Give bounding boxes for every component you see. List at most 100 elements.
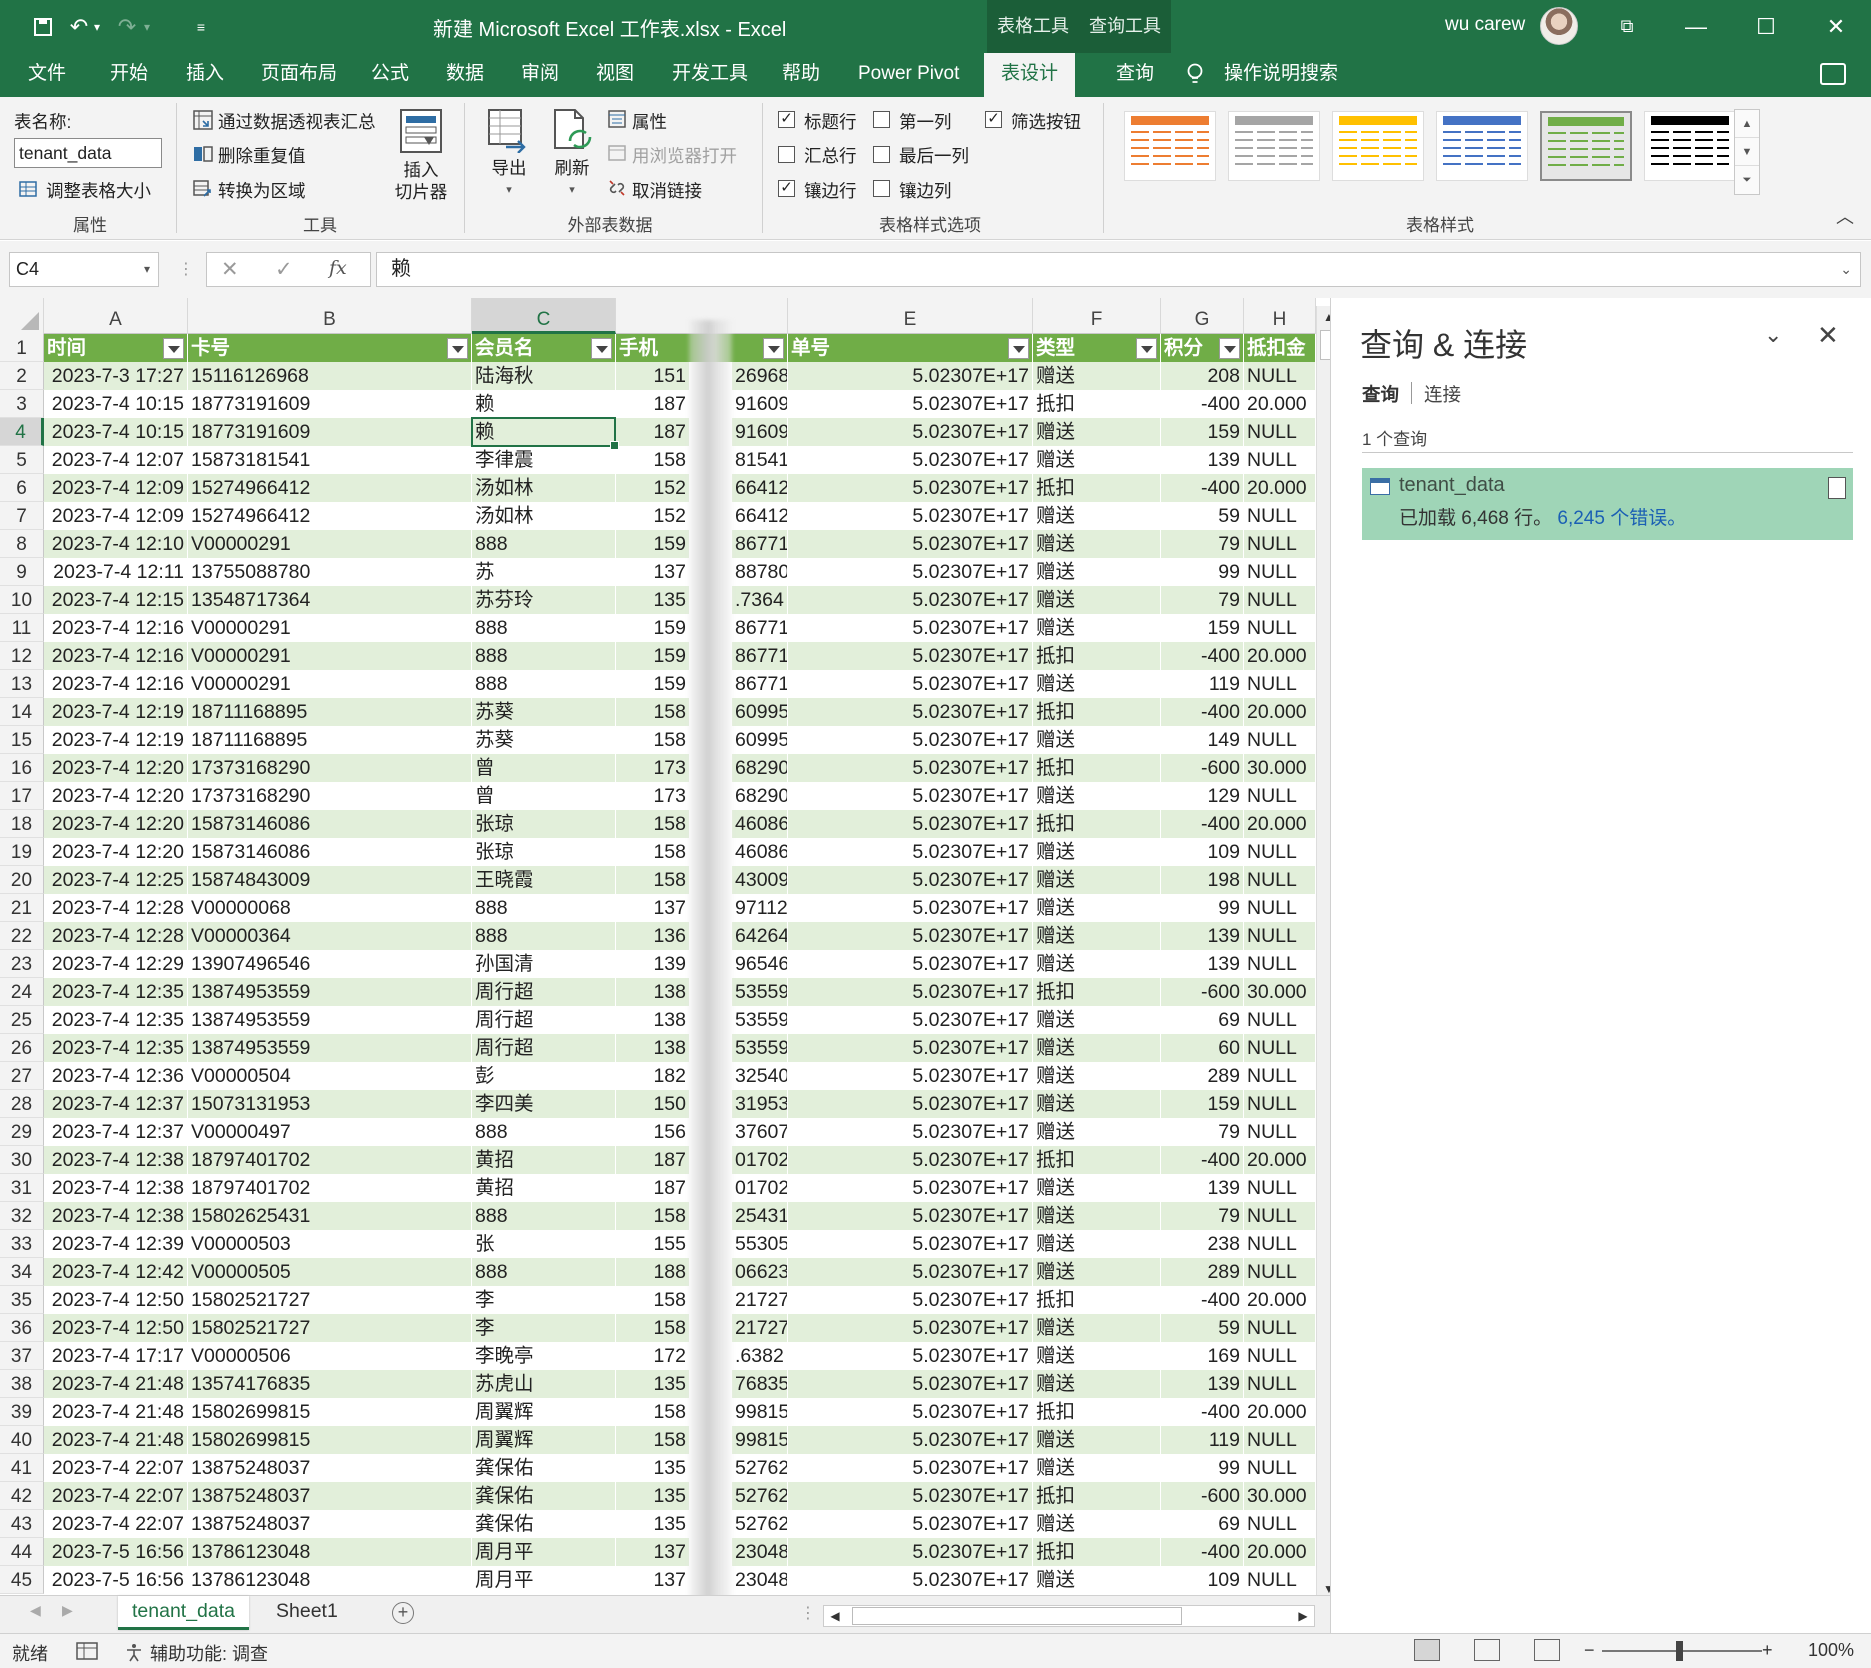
table-cell[interactable]: 5.02307E+17 [788, 1286, 1033, 1314]
tab-page-layout[interactable]: 页面布局 [245, 53, 353, 97]
name-box-dropdown-icon[interactable]: ▾ [144, 253, 150, 286]
table-cell[interactable]: 55305 [732, 1230, 788, 1258]
table-cell[interactable]: 79 [1161, 530, 1244, 558]
table-cell[interactable]: 抵扣 [1033, 642, 1161, 670]
table-cell[interactable]: 46086 [732, 838, 788, 866]
table-cell[interactable]: V00000291 [188, 642, 472, 670]
summarize-pivot-button[interactable]: 通过数据透视表汇总 [218, 109, 376, 134]
table-cell[interactable]: 彭 [472, 1062, 616, 1090]
table-cell[interactable]: 15802625431 [188, 1202, 472, 1230]
table-cell[interactable]: 赠送 [1033, 558, 1161, 586]
table-cell[interactable]: V00000291 [188, 530, 472, 558]
table-cell[interactable]: 周行超 [472, 1006, 616, 1034]
table-cell[interactable]: 赠送 [1033, 1510, 1161, 1538]
table-cell[interactable]: NULL [1244, 894, 1316, 922]
table-cell[interactable]: 抵扣 [1033, 754, 1161, 782]
table-cell[interactable]: 13875248037 [188, 1482, 472, 1510]
table-cell[interactable]: 2023-7-4 12:25 [44, 866, 188, 894]
table-cell[interactable]: 赠送 [1033, 1342, 1161, 1370]
table-cell[interactable]: 赠送 [1033, 1034, 1161, 1062]
row-header[interactable]: 5 [0, 446, 44, 474]
table-cell[interactable]: 5.02307E+17 [788, 1482, 1033, 1510]
table-cell[interactable]: 139 [1161, 1370, 1244, 1398]
table-cell[interactable]: 5.02307E+17 [788, 1006, 1033, 1034]
table-cell[interactable]: 2023-7-4 12:37 [44, 1090, 188, 1118]
table-cell[interactable]: 5.02307E+17 [788, 810, 1033, 838]
table-cell[interactable]: 96546 [732, 950, 788, 978]
row-header[interactable]: 44 [0, 1538, 44, 1566]
table-cell[interactable]: 173 [616, 754, 690, 782]
table-cell[interactable]: NULL [1244, 950, 1316, 978]
styles-scroll-down-icon[interactable]: ▼ [1735, 138, 1759, 166]
table-cell[interactable]: 抵扣 [1033, 1538, 1161, 1566]
table-cell[interactable]: 2023-7-4 12:20 [44, 810, 188, 838]
row-header[interactable]: 35 [0, 1286, 44, 1314]
table-cell[interactable]: 赠送 [1033, 950, 1161, 978]
table-cell[interactable]: 23048 [732, 1538, 788, 1566]
new-sheet-icon[interactable]: + [392, 1602, 414, 1624]
row-header[interactable]: 4 [0, 418, 44, 446]
row-header[interactable]: 18 [0, 810, 44, 838]
table-cell[interactable]: 赠送 [1033, 670, 1161, 698]
table-cell[interactable]: 汤如林 [472, 474, 616, 502]
table-cell[interactable]: 曾 [472, 754, 616, 782]
undo-dropdown-icon[interactable]: ▾ [80, 10, 114, 44]
table-cell[interactable]: NULL [1244, 1230, 1316, 1258]
vertical-scrollbar[interactable]: ▲ ▼ [1316, 306, 1330, 1595]
table-cell[interactable]: NULL [1244, 1510, 1316, 1538]
filter-dropdown-icon[interactable] [163, 338, 184, 359]
table-cell[interactable]: V00000497 [188, 1118, 472, 1146]
table-cell[interactable]: 888 [472, 670, 616, 698]
table-cell[interactable]: 2023-7-4 12:28 [44, 894, 188, 922]
table-cell[interactable]: 888 [472, 614, 616, 642]
row-header[interactable]: 7 [0, 502, 44, 530]
table-cell[interactable]: 5.02307E+17 [788, 754, 1033, 782]
checkbox-header-row[interactable]: ✓ [778, 111, 795, 128]
table-cell[interactable]: -400 [1161, 474, 1244, 502]
table-cell[interactable]: 赠送 [1033, 1230, 1161, 1258]
row-header[interactable]: 23 [0, 950, 44, 978]
table-cell[interactable]: 66412 [732, 474, 788, 502]
row-header[interactable]: 32 [0, 1202, 44, 1230]
zoom-level[interactable]: 100% [1808, 1640, 1854, 1661]
table-cell[interactable]: 138 [616, 1034, 690, 1062]
table-cell[interactable]: 139 [1161, 922, 1244, 950]
table-cell[interactable]: NULL [1244, 838, 1316, 866]
table-cell[interactable]: 13874953559 [188, 1034, 472, 1062]
row-header[interactable]: 1 [0, 334, 44, 362]
table-cell[interactable]: -400 [1161, 1286, 1244, 1314]
table-cell[interactable]: 158 [616, 1398, 690, 1426]
table-cell[interactable]: 150 [616, 1090, 690, 1118]
cancel-icon[interactable]: ✕ [221, 257, 239, 282]
table-cell[interactable]: 周翼辉 [472, 1398, 616, 1426]
row-header[interactable]: 19 [0, 838, 44, 866]
table-cell[interactable]: 5.02307E+17 [788, 642, 1033, 670]
table-cell[interactable]: 5.02307E+17 [788, 1202, 1033, 1230]
table-cell[interactable]: 13574176835 [188, 1370, 472, 1398]
tab-review[interactable]: 审阅 [505, 53, 575, 97]
table-cell[interactable]: 32540 [732, 1062, 788, 1090]
table-cell[interactable]: 龚保佑 [472, 1510, 616, 1538]
table-cell[interactable]: 赠送 [1033, 586, 1161, 614]
table-cell[interactable]: 139 [1161, 446, 1244, 474]
table-cell[interactable]: NULL [1244, 670, 1316, 698]
checkbox-filter-button[interactable]: ✓ [985, 111, 1002, 128]
remove-duplicates-button[interactable]: 删除重复值 [218, 143, 306, 168]
table-cell[interactable]: 198 [1161, 866, 1244, 894]
table-cell[interactable]: 张琼 [472, 838, 616, 866]
table-cell[interactable]: 152 [616, 474, 690, 502]
table-cell[interactable]: 2023-7-4 12:19 [44, 726, 188, 754]
worksheet-grid[interactable]: ABC EFGH 1 时间 卡号 会员名 手机 单号 类型 积分 抵扣金 2 2023-7-3 17:… [0, 298, 1330, 1595]
table-header-cell[interactable]: 抵扣金 [1244, 334, 1316, 362]
table-cell[interactable]: 86771 [732, 614, 788, 642]
sheet-nav-next-icon[interactable]: ▶ [62, 1602, 73, 1619]
row-header[interactable]: 16 [0, 754, 44, 782]
table-cell[interactable]: 赠送 [1033, 1314, 1161, 1342]
table-cell[interactable]: 5.02307E+17 [788, 446, 1033, 474]
table-cell[interactable]: 135 [616, 1482, 690, 1510]
table-cell[interactable]: 289 [1161, 1258, 1244, 1286]
table-cell[interactable]: 79 [1161, 1118, 1244, 1146]
table-cell[interactable]: 抵扣 [1033, 1482, 1161, 1510]
table-cell[interactable]: 赠送 [1033, 838, 1161, 866]
table-cell[interactable]: 23048 [732, 1566, 788, 1594]
